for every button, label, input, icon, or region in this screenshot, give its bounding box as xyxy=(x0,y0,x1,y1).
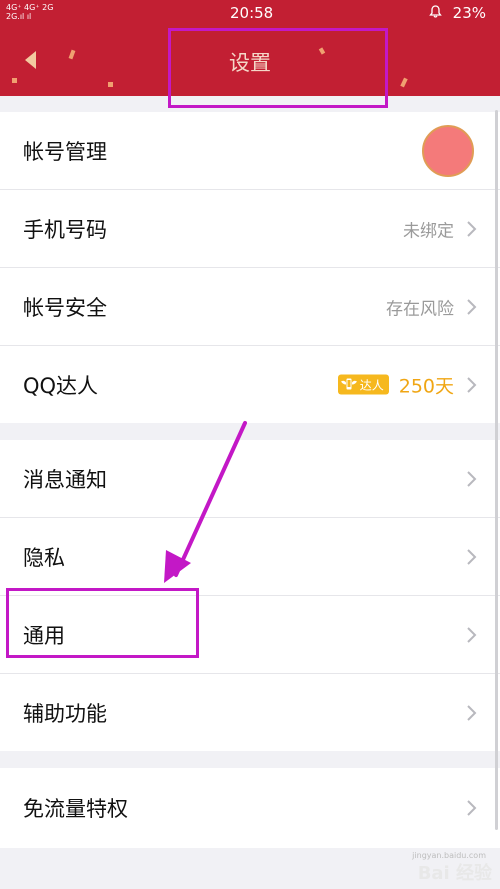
daren-days: 250天 xyxy=(398,375,454,397)
account-group: 帐号管理 手机号码 未绑定 帐号安全 存在风险 QQ达人 达人 250天 xyxy=(0,112,500,423)
avatar[interactable] xyxy=(422,124,474,177)
watermark-logo: Bai 经验 xyxy=(417,863,492,884)
row-label: QQ达人 xyxy=(23,373,99,398)
battery-status: 23% xyxy=(429,4,486,22)
row-label: 免流量特权 xyxy=(23,797,128,821)
row-account-security[interactable]: 帐号安全 存在风险 xyxy=(0,268,500,346)
status-bar: 4G⁺ 4G⁺ 2G 2G.ıl ıl 20:58 23% xyxy=(0,0,500,26)
row-account-management[interactable]: 帐号管理 xyxy=(0,112,500,190)
confetti-decoration xyxy=(12,78,17,83)
status-time: 20:58 xyxy=(230,4,274,22)
row-accessibility[interactable]: 辅助功能 xyxy=(0,674,500,751)
network-indicator: 4G⁺ 4G⁺ 2G 2G.ıl ıl xyxy=(6,3,54,21)
annotation-arrow-icon xyxy=(164,421,247,583)
row-label: 手机号码 xyxy=(23,217,107,242)
chevron-right-icon xyxy=(467,704,477,721)
row-label: 隐私 xyxy=(23,545,65,570)
annotation-box-general xyxy=(6,588,199,658)
winged-phone-icon xyxy=(340,378,357,390)
row-label: 帐号安全 xyxy=(23,295,107,320)
chevron-right-icon xyxy=(467,800,477,816)
confetti-decoration xyxy=(108,82,113,87)
annotation-box-title xyxy=(168,28,388,108)
chevron-right-icon xyxy=(467,548,477,565)
bell-icon xyxy=(429,4,442,22)
badge-text: 达人 xyxy=(359,378,384,392)
row-value: 未绑定 xyxy=(403,221,454,241)
chevron-right-icon xyxy=(467,376,477,393)
row-phone-number[interactable]: 手机号码 未绑定 xyxy=(0,190,500,268)
chevron-right-icon xyxy=(467,298,477,315)
row-label: 消息通知 xyxy=(23,467,107,492)
row-free-data[interactable]: 免流量特权 xyxy=(0,768,500,848)
scrollbar[interactable] xyxy=(495,110,498,830)
chevron-right-icon xyxy=(467,470,477,487)
row-qq-daren[interactable]: QQ达人 达人 250天 xyxy=(0,346,500,423)
daren-pill: 达人 xyxy=(337,374,389,395)
row-label: 辅助功能 xyxy=(23,701,107,726)
privileges-group: 免流量特权 xyxy=(0,768,500,848)
row-label: 帐号管理 xyxy=(23,139,107,164)
battery-percent: 23% xyxy=(452,4,486,22)
row-value: 存在风险 xyxy=(386,299,454,319)
confetti-decoration xyxy=(400,77,408,88)
chevron-right-icon xyxy=(467,626,477,643)
chevron-right-icon xyxy=(467,220,477,237)
daren-badge: 达人 250天 xyxy=(337,371,454,398)
